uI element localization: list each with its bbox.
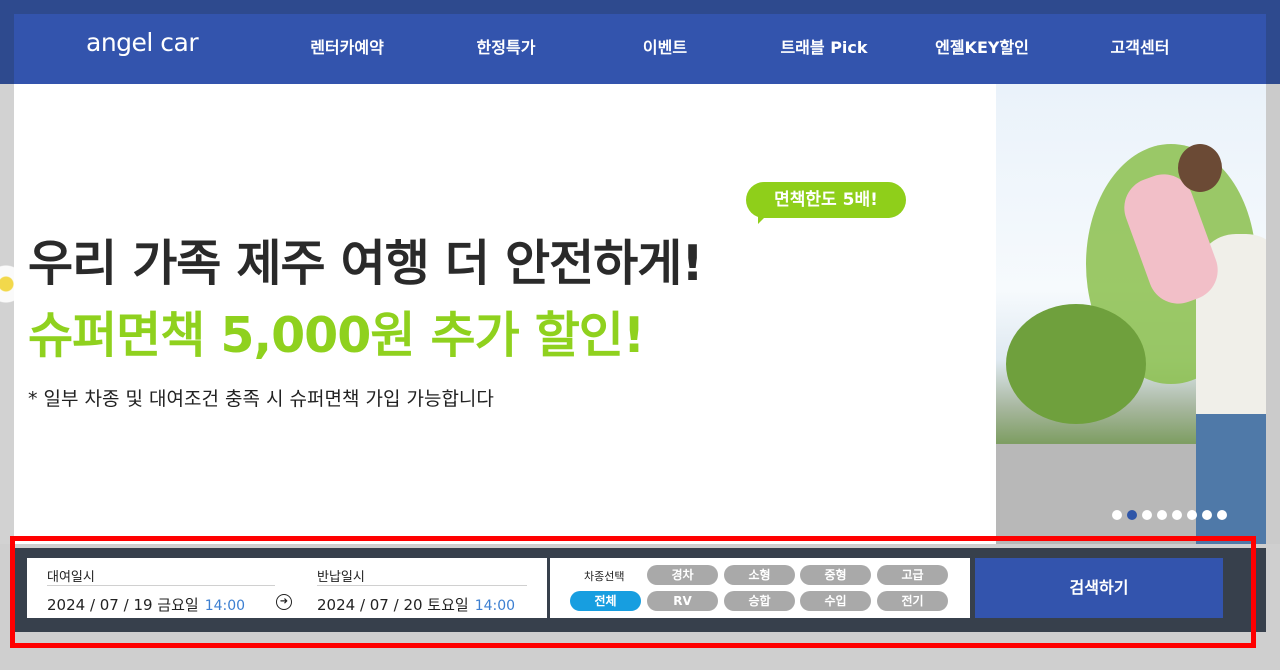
nav-limited-deals[interactable]: 한정특가 bbox=[477, 34, 536, 58]
slide-dot[interactable] bbox=[1172, 510, 1182, 520]
hero-note: * 일부 차종 및 대여조건 충족 시 슈퍼면책 가입 가능합니다 bbox=[28, 388, 494, 410]
nav-customer-center[interactable]: 고객센터 bbox=[1111, 34, 1170, 58]
slide-dot[interactable] bbox=[1157, 510, 1167, 520]
hero-banner[interactable]: 면책한도 5배! 우리 가족 제주 여행 더 안전하게! 슈퍼면책 5,000원… bbox=[14, 84, 996, 544]
girl-head bbox=[1178, 144, 1222, 192]
slide-indicator bbox=[1112, 510, 1227, 520]
liability-badge: 면책한도 5배! bbox=[746, 182, 906, 218]
hero-headline: 우리 가족 제주 여행 더 안전하게! bbox=[28, 235, 704, 292]
slide-dot[interactable] bbox=[1142, 510, 1152, 520]
badge-tail bbox=[758, 212, 770, 224]
family-photo bbox=[996, 84, 1266, 544]
hero-subheadline: 슈퍼면책 5,000원 추가 할인! bbox=[28, 307, 645, 364]
slide-dot[interactable] bbox=[1202, 510, 1212, 520]
main-navigation: angel car 렌터카예약 한정특가 이벤트 트래블 Pick 엔젤KEY할… bbox=[14, 14, 1266, 84]
left-overlay bbox=[0, 84, 28, 544]
tree-shape bbox=[1006, 304, 1146, 424]
slide-dot[interactable] bbox=[1187, 510, 1197, 520]
nav-travel-pick[interactable]: 트래블 Pick bbox=[780, 34, 867, 58]
slide-dot[interactable] bbox=[1112, 510, 1122, 520]
slide-dot-active[interactable] bbox=[1127, 510, 1137, 520]
right-overlay bbox=[1266, 84, 1280, 544]
angel-car-logo[interactable]: angel car bbox=[86, 28, 199, 57]
nav-rental-reservation[interactable]: 렌터카예약 bbox=[310, 34, 384, 58]
slide-dot[interactable] bbox=[1217, 510, 1227, 520]
jeans-shape bbox=[1196, 414, 1266, 544]
nav-events[interactable]: 이벤트 bbox=[643, 34, 687, 58]
nav-angel-key-discount[interactable]: 엔젤KEY할인 bbox=[935, 34, 1029, 58]
search-highlight-box bbox=[10, 536, 1256, 648]
